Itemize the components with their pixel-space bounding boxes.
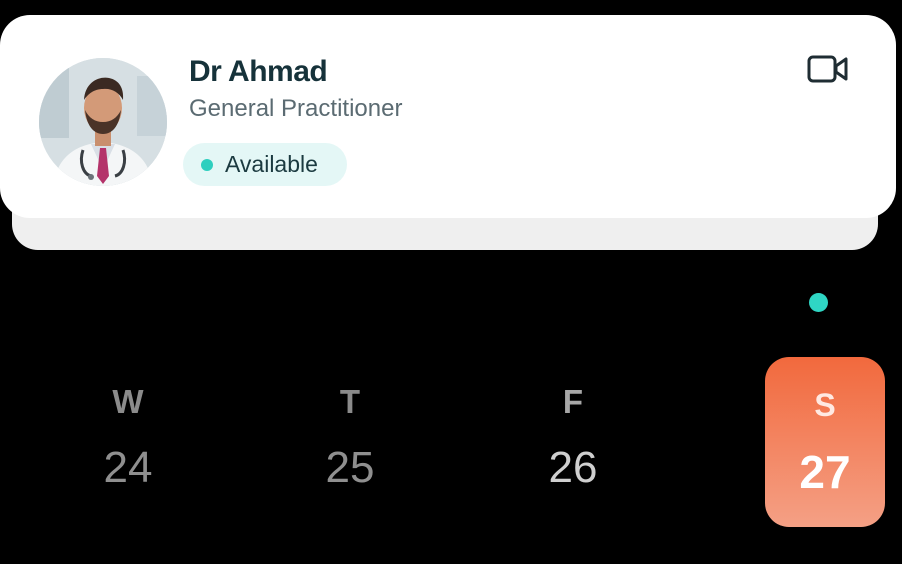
status-badge: Available: [183, 143, 347, 186]
day-letter: F: [562, 383, 584, 420]
day-number: 27: [799, 446, 851, 498]
doctor-avatar: [39, 58, 167, 186]
status-label: Available: [225, 151, 318, 177]
status-dot-icon: [201, 158, 213, 171]
doctor-specialty: General Practitioner: [189, 95, 403, 122]
screen: Dr Ahmad General Practitioner Available …: [0, 0, 902, 564]
selected-day-indicator-dot: [809, 293, 828, 312]
video-call-button[interactable]: [806, 53, 850, 85]
doctor-card[interactable]: Dr Ahmad General Practitioner Available: [0, 15, 896, 218]
calendar-day-w[interactable]: W 24: [68, 357, 188, 527]
video-camera-icon: [807, 55, 848, 83]
day-number: 25: [325, 443, 375, 492]
day-letter: T: [339, 383, 361, 420]
calendar-day-f[interactable]: F 26: [513, 357, 633, 527]
day-letter: W: [112, 383, 144, 420]
doctor-portrait-image: [39, 58, 167, 186]
day-number: 26: [548, 443, 598, 492]
calendar-day-s-selected[interactable]: S 27: [765, 357, 885, 527]
calendar-day-t[interactable]: T 25: [290, 357, 410, 527]
day-number: 24: [103, 443, 153, 492]
doctor-name: Dr Ahmad: [189, 55, 328, 88]
day-letter: S: [814, 387, 836, 423]
